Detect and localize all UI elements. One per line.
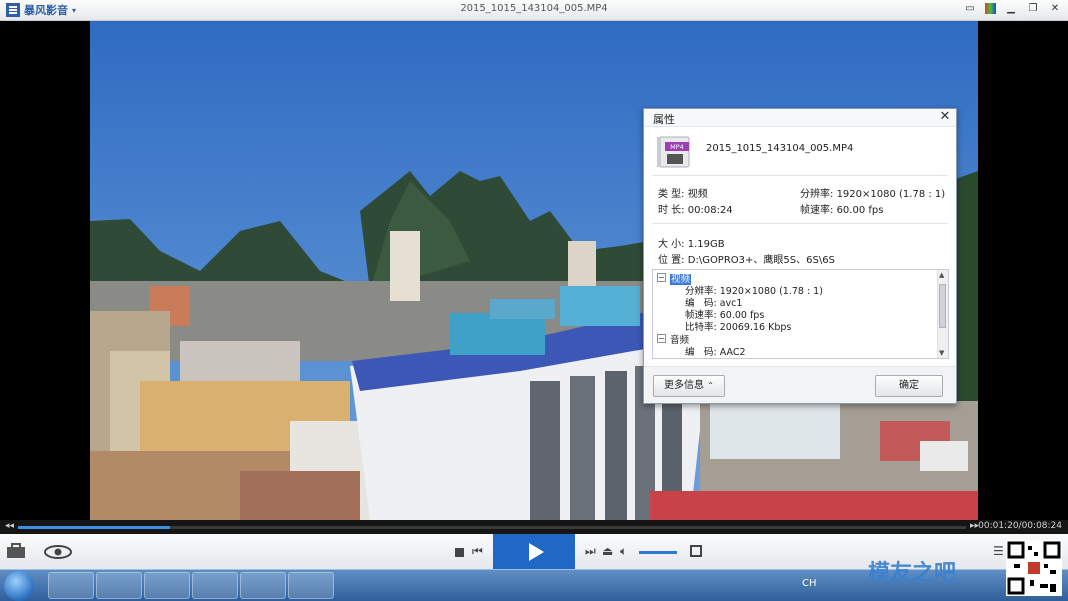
- resolution-row: 分辨率: 1920×1080 (1.78 : 1): [800, 185, 945, 200]
- close-icon[interactable]: ✕: [938, 109, 952, 125]
- volume-slider[interactable]: [639, 551, 677, 554]
- location-value: D:\GOPRO3+、鹰眼5S、6S\6S: [687, 255, 835, 266]
- taskbar-app-1[interactable]: [48, 572, 94, 599]
- skin-icon[interactable]: [985, 3, 996, 14]
- type-row: 类 型: 视频: [658, 185, 708, 200]
- collapse-icon[interactable]: −: [657, 334, 666, 343]
- taskbar-app-excel[interactable]: [192, 572, 238, 599]
- duration-row: 时 长: 00:08:24: [658, 201, 733, 216]
- location-label: 位 置:: [658, 255, 685, 266]
- close-icon[interactable]: ✕: [1048, 2, 1062, 16]
- more-info-button[interactable]: 更多信息 ⌃: [653, 375, 725, 397]
- time-display: 00:01:20/00:08:24: [978, 521, 1062, 531]
- resolution-label: 分辨率:: [800, 189, 834, 200]
- scroll-up-icon[interactable]: ▲: [939, 271, 944, 279]
- framerate-label: 帧速率:: [800, 205, 834, 216]
- tree-row: 比特率: 20069.16 Kbps: [685, 322, 792, 333]
- taskbar-app-player[interactable]: [288, 572, 334, 599]
- dialog-header: 属性 ✕: [644, 109, 956, 127]
- file-icon-label: MP4: [670, 143, 684, 151]
- restore-icon[interactable]: ❐: [1026, 2, 1040, 16]
- type-value: 视频: [687, 189, 708, 200]
- taskbar-app-3[interactable]: [144, 572, 190, 599]
- seek-back-icon[interactable]: ◂◂: [5, 521, 14, 531]
- start-button[interactable]: [4, 571, 34, 601]
- size-value: 1.19GB: [687, 239, 725, 250]
- tree-row: 编 码: AAC2: [685, 347, 746, 358]
- duration-value: 00:08:24: [687, 205, 733, 216]
- watermark: 模友之吧: [868, 561, 957, 586]
- toolbox-icon[interactable]: [6, 543, 26, 559]
- framerate-value: 60.00 fps: [836, 205, 884, 216]
- dialog-title: 属性: [653, 113, 675, 126]
- prev-icon[interactable]: ⏮: [472, 544, 483, 559]
- framerate-row: 帧速率: 60.00 fps: [800, 201, 883, 216]
- eye-icon[interactable]: [44, 544, 72, 560]
- eject-icon[interactable]: ⏏: [602, 544, 613, 558]
- size-label: 大 小:: [658, 239, 685, 250]
- play-button[interactable]: [493, 534, 575, 569]
- playlist-icon[interactable]: ☰: [993, 544, 1004, 558]
- file-name: 2015_1015_143104_005.MP4: [706, 143, 854, 154]
- scroll-thumb[interactable]: [939, 284, 946, 328]
- next-icon[interactable]: ⏭: [585, 544, 596, 559]
- ime-indicator[interactable]: CH: [802, 578, 817, 589]
- seek-progress: [18, 526, 170, 529]
- divider: [652, 175, 948, 176]
- media-info-tree[interactable]: − 视频 分辨率: 1920×1080 (1.78 : 1) 编 码: avc1…: [652, 269, 949, 359]
- tree-scrollbar[interactable]: ▲ ▼: [937, 270, 948, 358]
- qr-code: [1006, 540, 1062, 596]
- seek-track[interactable]: [18, 526, 966, 529]
- location-row: 位 置: D:\GOPRO3+、鹰眼5S、6S\6S: [658, 251, 835, 266]
- stop-icon[interactable]: [455, 548, 464, 557]
- duration-label: 时 长:: [658, 205, 685, 216]
- chevron-up-icon: ⌃: [707, 381, 714, 390]
- volume-icon[interactable]: 🔈︎: [620, 544, 627, 559]
- ok-button[interactable]: 确定: [875, 375, 943, 397]
- type-label: 类 型:: [658, 189, 685, 200]
- window-title: 2015_1015_143104_005.MP4: [460, 3, 608, 14]
- title-bar: 暴风影音 ▾ 2015_1015_143104_005.MP4 ▭ ▁ ❐ ✕: [0, 0, 1068, 21]
- scroll-down-icon[interactable]: ▼: [939, 349, 944, 357]
- fullscreen-icon[interactable]: [690, 545, 702, 557]
- size-row: 大 小: 1.19GB: [658, 235, 725, 250]
- divider: [652, 223, 948, 224]
- taskbar-app-2[interactable]: [96, 572, 142, 599]
- collapse-icon[interactable]: −: [657, 273, 666, 282]
- properties-dialog: 属性 ✕ MP4 2015_1015_143104_005.MP4 类 型: 视…: [643, 108, 957, 404]
- taskbar-app-explorer[interactable]: [240, 572, 286, 599]
- chat-icon[interactable]: ▭: [963, 2, 977, 16]
- mp4-file-icon: MP4: [655, 134, 693, 170]
- dialog-footer: 更多信息 ⌃ 确定: [644, 366, 956, 403]
- resolution-value: 1920×1080 (1.78 : 1): [836, 189, 946, 200]
- minimize-icon[interactable]: ▁: [1004, 2, 1018, 16]
- seek-bar[interactable]: ◂◂ ▸▸ 00:01:20/00:08:24: [0, 520, 1068, 534]
